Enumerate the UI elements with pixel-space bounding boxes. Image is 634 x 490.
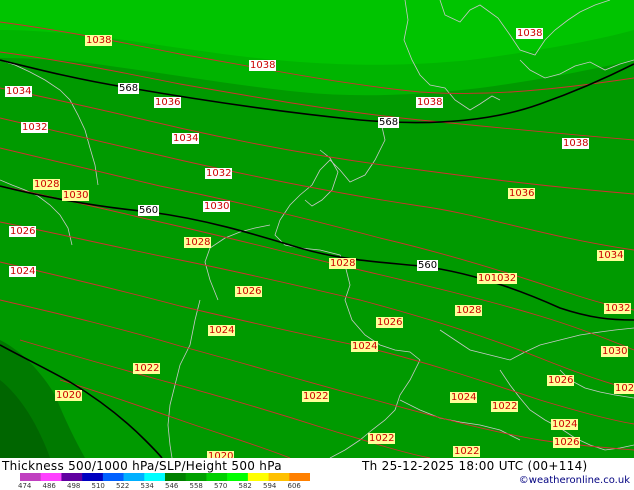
- height-label: 568: [118, 83, 140, 94]
- isobar-label: 101032: [477, 273, 518, 284]
- map-footer: Thickness 500/1000 hPa/SLP/Height 500 hP…: [0, 458, 634, 490]
- weather-map: 568 568 560 560 1038 1038 1038 1038 1038…: [0, 0, 634, 458]
- isobar-label: 1028: [184, 237, 212, 248]
- colorbar-segment: [185, 473, 207, 481]
- isobar-label: 1024: [208, 325, 236, 336]
- colorbar-tick-label: 510: [91, 482, 105, 490]
- colorbar-segment: [123, 473, 145, 481]
- isobar-label: 1022: [491, 401, 519, 412]
- colorbar-tick-label: 570: [214, 482, 228, 490]
- colorbar-tick-label: 558: [189, 482, 203, 490]
- isobar-label: 1028: [33, 179, 61, 190]
- colorbar: [20, 473, 310, 481]
- isobar-label: 1026: [376, 317, 404, 328]
- isobar-label: 1032: [604, 303, 632, 314]
- colorbar-tick-label: 546: [165, 482, 179, 490]
- map-title: Thickness 500/1000 hPa/SLP/Height 500 hP…: [2, 459, 282, 473]
- isobar-label: 1024: [351, 341, 379, 352]
- colorbar-ticks: 474 486 498 510 522 534 546 558 570 582 594 606: [0, 482, 340, 490]
- isobar-label: 1032: [205, 168, 233, 179]
- colorbar-segment: [227, 473, 249, 481]
- isobar-label: 1034: [172, 133, 200, 144]
- isobar-label: 1028: [329, 258, 357, 269]
- colorbar-segment: [82, 473, 104, 481]
- map-canvas: [0, 0, 634, 458]
- colorbar-tick-label: 474: [18, 482, 32, 490]
- colorbar-tick-label: 498: [67, 482, 81, 490]
- isobar-label: 1022: [302, 391, 330, 402]
- colorbar-segment: [289, 473, 310, 481]
- colorbar-tick-label: 486: [42, 482, 56, 490]
- forecast-datetime: Th 25-12-2025 18:00 UTC (00+114): [362, 459, 588, 473]
- height-label: 568: [378, 117, 400, 128]
- credit-link[interactable]: ©weatheronline.co.uk: [519, 475, 630, 486]
- isobar-label: 1024: [551, 419, 579, 430]
- colorbar-segment: [102, 473, 124, 481]
- isobar-label: 1026: [9, 226, 37, 237]
- isobar-label: 1022: [368, 433, 396, 444]
- colorbar-tick-label: 582: [238, 482, 252, 490]
- isobar-label: 1034: [5, 86, 33, 97]
- colorbar-segment: [20, 473, 42, 481]
- colorbar-tick-label: 522: [116, 482, 130, 490]
- isobar-label: 1020: [207, 451, 235, 458]
- isobar-label: 1030: [62, 190, 90, 201]
- colorbar-tick-label: 594: [263, 482, 277, 490]
- isobar-label: 1036: [154, 97, 182, 108]
- isobar-label: 1024: [9, 266, 37, 277]
- isobar-label: 1030: [601, 346, 629, 357]
- colorbar-segment: [247, 473, 269, 481]
- isobar-label: 1024: [450, 392, 478, 403]
- isobar-label: 1038: [516, 28, 544, 39]
- colorbar-segment: [61, 473, 83, 481]
- isobar-label: 1038: [249, 60, 277, 71]
- isobar-label: 1038: [85, 35, 113, 46]
- colorbar-segment: [268, 473, 290, 481]
- colorbar-segment: [165, 473, 187, 481]
- colorbar-segment: [144, 473, 166, 481]
- colorbar-tick-label: 606: [287, 482, 301, 490]
- isobar-label: 1038: [562, 138, 590, 149]
- height-label: 560: [417, 260, 439, 271]
- isobar-label: 1038: [416, 97, 444, 108]
- isobar-label: 1020: [55, 390, 83, 401]
- colorbar-tick-label: 534: [140, 482, 154, 490]
- isobar-label: 1026: [235, 286, 263, 297]
- isobar-label: 1032: [21, 122, 49, 133]
- isobar-label: 1034: [597, 250, 625, 261]
- colorbar-segment: [40, 473, 62, 481]
- isobar-label: 1028: [455, 305, 483, 316]
- isobar-label: 1036: [508, 188, 536, 199]
- height-label: 560: [138, 205, 160, 216]
- isobar-label: 1030: [203, 201, 231, 212]
- isobar-label: 1026: [547, 375, 575, 386]
- isobar-label: 1022: [453, 446, 481, 457]
- colorbar-segment: [206, 473, 228, 481]
- isobar-label: 1022: [133, 363, 161, 374]
- isobar-label: 1026: [553, 437, 581, 448]
- isobar-label: 102: [614, 383, 634, 394]
